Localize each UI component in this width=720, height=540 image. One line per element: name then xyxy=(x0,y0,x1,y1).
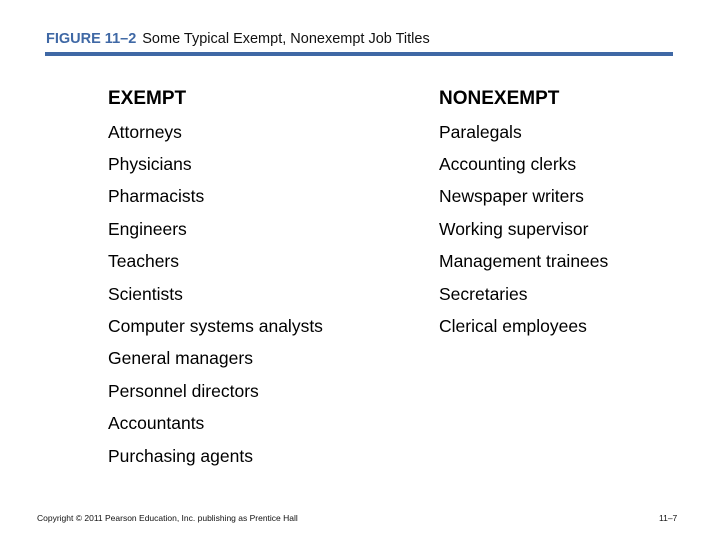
list-item: Physicians xyxy=(108,154,192,174)
list-item: Attorneys xyxy=(108,122,182,142)
title-divider xyxy=(45,52,673,56)
list-item: Engineers xyxy=(108,219,187,239)
figure-title: FIGURE 11–2 Some Typical Exempt, Nonexemp… xyxy=(46,30,430,48)
copyright-notice: Copyright © 2011 Pearson Education, Inc.… xyxy=(37,513,298,523)
list-item: Newspaper writers xyxy=(439,186,584,206)
list-item: Working supervisor xyxy=(439,219,589,239)
list-item: Secretaries xyxy=(439,284,528,304)
list-item: Paralegals xyxy=(439,122,522,142)
list-item: Teachers xyxy=(108,251,180,271)
page-number: 11–7 xyxy=(659,513,678,523)
list-item: Scientists xyxy=(108,284,183,304)
list-item: Management trainees xyxy=(439,251,609,271)
list-item: Pharmacists xyxy=(108,186,205,206)
list-item: Accounting clerks xyxy=(439,154,577,174)
nonexempt-header: NONEXEMPT xyxy=(439,88,560,109)
figure-label: FIGURE 11–2 xyxy=(46,31,137,47)
list-item: General managers xyxy=(108,348,253,368)
list-item: Purchasing agents xyxy=(108,446,253,466)
figure-caption: Some Typical Exempt, Nonexempt Job Title… xyxy=(142,31,430,47)
list-item: Computer systems analysts xyxy=(108,316,323,336)
list-item: Personnel directors xyxy=(108,381,259,401)
list-item: Accountants xyxy=(108,413,205,433)
list-item: Clerical employees xyxy=(439,316,587,336)
exempt-header: EXEMPT xyxy=(108,88,187,109)
